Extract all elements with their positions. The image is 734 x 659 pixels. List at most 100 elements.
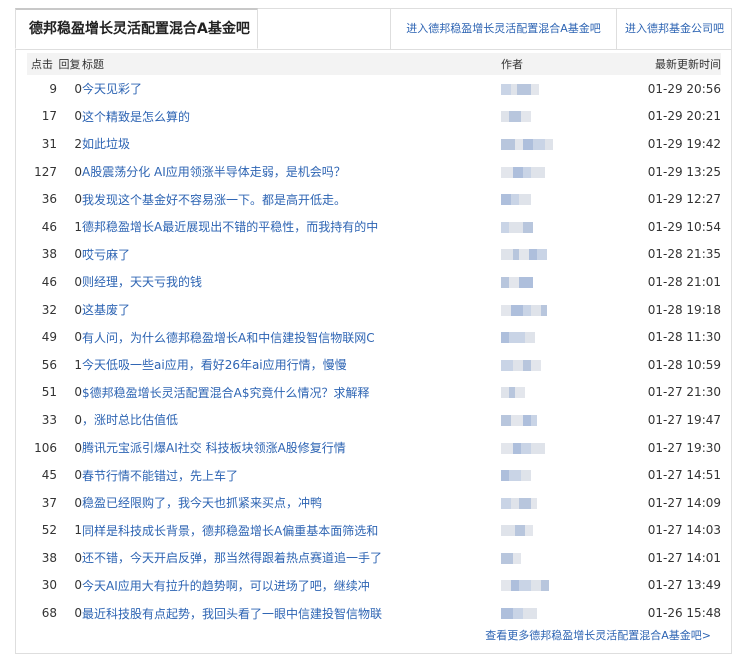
post-author[interactable] — [501, 406, 601, 434]
table-row: 31 2 如此垃圾 01-29 19:42 — [27, 130, 721, 158]
post-author[interactable] — [501, 241, 601, 269]
post-author[interactable] — [501, 323, 601, 351]
table-row: 106 0 腾讯元宝派引爆AI社交 科技板块领涨A股修复行情 01-27 19:30 — [27, 434, 721, 462]
view-more-link[interactable]: 查看更多德邦稳盈增长灵活配置混合A基金吧> — [485, 627, 711, 643]
author-name-redacted — [513, 166, 523, 178]
table-row: 37 0 稳盈已经限购了，我今天也抓紧来买点，冲鸭 01-27 14:09 — [27, 489, 721, 517]
author-name-redacted — [501, 221, 509, 233]
post-title-link[interactable]: 今天见彩了 — [82, 75, 501, 103]
post-title-link[interactable]: 这基废了 — [82, 296, 501, 324]
author-name-redacted — [523, 138, 533, 150]
post-update-time: 01-29 10:54 — [647, 219, 721, 234]
post-reply-count: 0 — [74, 550, 82, 565]
post-title-link[interactable]: 今天AI应用大有拉升的趋势啊，可以进场了吧，继续冲 — [82, 572, 501, 600]
post-author[interactable] — [501, 544, 601, 572]
table-row: 56 1 今天低吸一些ai应用，看好26年ai应用行情，慢慢 01-28 10:59 — [27, 351, 721, 379]
post-list-panel: 德邦稳盈增长灵活配置混合A基金吧 进入德邦稳盈增长灵活配置混合A基金吧 进入德邦… — [15, 8, 732, 654]
post-click-count: 56 — [41, 357, 57, 372]
post-reply-count: 0 — [74, 606, 82, 621]
author-name-redacted — [501, 608, 513, 620]
author-name-redacted — [523, 608, 537, 620]
table-row: 38 0 哎亏麻了 01-28 21:35 — [27, 241, 721, 269]
post-author[interactable] — [501, 130, 601, 158]
post-author[interactable] — [501, 489, 601, 517]
author-name-redacted — [501, 470, 509, 482]
post-update-time: 01-27 19:47 — [647, 412, 721, 427]
post-author[interactable] — [501, 517, 601, 545]
enter-company-forum-link[interactable]: 进入德邦基金公司吧 — [616, 9, 732, 49]
author-name-redacted — [509, 221, 523, 233]
post-click-count: 68 — [41, 606, 57, 621]
tab-fund-forum[interactable]: 德邦稳盈增长灵活配置混合A基金吧 — [15, 8, 258, 49]
post-author[interactable] — [501, 351, 601, 379]
post-title-link[interactable]: 有人问，为什么德邦稳盈增长A和中信建投智信物联网C — [82, 323, 501, 351]
post-title-link[interactable]: 哎亏麻了 — [82, 241, 501, 269]
post-reply-count: 0 — [74, 164, 82, 179]
author-name-redacted — [509, 111, 521, 123]
table-row: 30 0 今天AI应用大有拉升的趋势啊，可以进场了吧，继续冲 01-27 13:49 — [27, 572, 721, 600]
post-title-link[interactable]: 如此垃圾 — [82, 130, 501, 158]
post-title-link[interactable]: 这个精致是怎么算的 — [82, 103, 501, 131]
post-author[interactable] — [501, 296, 601, 324]
author-name-redacted — [531, 414, 537, 426]
post-title-link[interactable]: $德邦稳盈增长灵活配置混合A$究竟什么情况？求解释 — [82, 379, 501, 407]
author-name-redacted — [523, 359, 531, 371]
post-title-link[interactable]: 则经理，天天亏我的钱 — [82, 268, 501, 296]
author-name-redacted — [541, 580, 549, 592]
post-title-link[interactable]: A股震荡分化 AI应用领涨半导体走弱，是机会吗？ — [82, 158, 501, 186]
enter-fund-forum-link[interactable]: 进入德邦稳盈增长灵活配置混合A基金吧 — [390, 9, 616, 49]
post-author[interactable] — [501, 268, 601, 296]
post-reply-count: 0 — [74, 385, 82, 400]
post-update-time: 01-28 10:59 — [647, 357, 721, 372]
author-name-redacted — [511, 580, 519, 592]
post-table: 点击 回复 标题 作者 最新更新时间 9 0 今天见彩了 01-29 20:56 17 0… — [27, 53, 721, 627]
header-title: 标题 — [82, 53, 501, 75]
author-name-redacted — [525, 332, 535, 344]
post-author[interactable] — [501, 185, 601, 213]
post-author[interactable] — [501, 75, 601, 103]
post-title-link[interactable]: ，涨时总比估值低 — [82, 406, 501, 434]
post-title-link[interactable]: 稳盈已经限购了，我今天也抓紧来买点，冲鸭 — [82, 489, 501, 517]
post-author[interactable] — [501, 572, 601, 600]
post-reply-count: 0 — [74, 440, 82, 455]
post-update-time: 01-27 14:09 — [647, 495, 721, 510]
post-update-time: 01-27 19:30 — [647, 440, 721, 455]
post-title-link[interactable]: 德邦稳盈增长A最近展现出不错的平稳性，而我持有的中 — [82, 213, 501, 241]
author-name-redacted — [515, 387, 525, 399]
author-name-redacted — [541, 304, 547, 316]
post-title-link[interactable]: 最近科技股有点起势，我回头看了一眼中信建投智信物联 — [82, 599, 501, 627]
post-click-count: 46 — [41, 219, 57, 234]
post-reply-count: 1 — [74, 357, 82, 372]
post-author[interactable] — [501, 434, 601, 462]
author-name-redacted — [519, 249, 529, 261]
author-name-redacted — [513, 359, 523, 371]
table-row: 68 0 最近科技股有点起势，我回头看了一眼中信建投智信物联 01-26 15:48 — [27, 599, 721, 627]
author-name-redacted — [509, 276, 519, 288]
post-author[interactable] — [501, 461, 601, 489]
post-title-link[interactable]: 我发现这个基金好不容易涨一下。都是高开低走。 — [82, 185, 501, 213]
author-name-redacted — [501, 525, 515, 537]
post-title-link[interactable]: 还不错，今天开启反弹，那当然得跟着热点赛道追一手了 — [82, 544, 501, 572]
author-name-redacted — [521, 111, 531, 123]
post-title-link[interactable]: 今天低吸一些ai应用，看好26年ai应用行情，慢慢 — [82, 351, 501, 379]
post-click-count: 33 — [41, 412, 57, 427]
author-name-redacted — [501, 359, 513, 371]
post-reply-count: 0 — [74, 192, 82, 207]
author-name-redacted — [521, 470, 531, 482]
post-author[interactable] — [501, 158, 601, 186]
post-reply-count: 0 — [74, 412, 82, 427]
post-author[interactable] — [501, 379, 601, 407]
table-row: 17 0 这个精致是怎么算的 01-29 20:21 — [27, 103, 721, 131]
table-row: 52 1 同样是科技成长背景，德邦稳盈增长A偏重基本面筛选和 01-27 14:03 — [27, 517, 721, 545]
author-name-redacted — [531, 359, 541, 371]
post-reply-count: 0 — [74, 302, 82, 317]
post-author[interactable] — [501, 213, 601, 241]
post-title-link[interactable]: 腾讯元宝派引爆AI社交 科技板块领涨A股修复行情 — [82, 434, 501, 462]
post-title-link[interactable]: 春节行情不能错过，先上车了 — [82, 461, 501, 489]
post-title-link[interactable]: 同样是科技成长背景，德邦稳盈增长A偏重基本面筛选和 — [82, 517, 501, 545]
author-name-redacted — [523, 304, 531, 316]
post-author[interactable] — [501, 103, 601, 131]
post-update-time: 01-29 13:25 — [647, 164, 721, 179]
post-author[interactable] — [501, 599, 601, 627]
author-name-redacted — [511, 497, 519, 509]
